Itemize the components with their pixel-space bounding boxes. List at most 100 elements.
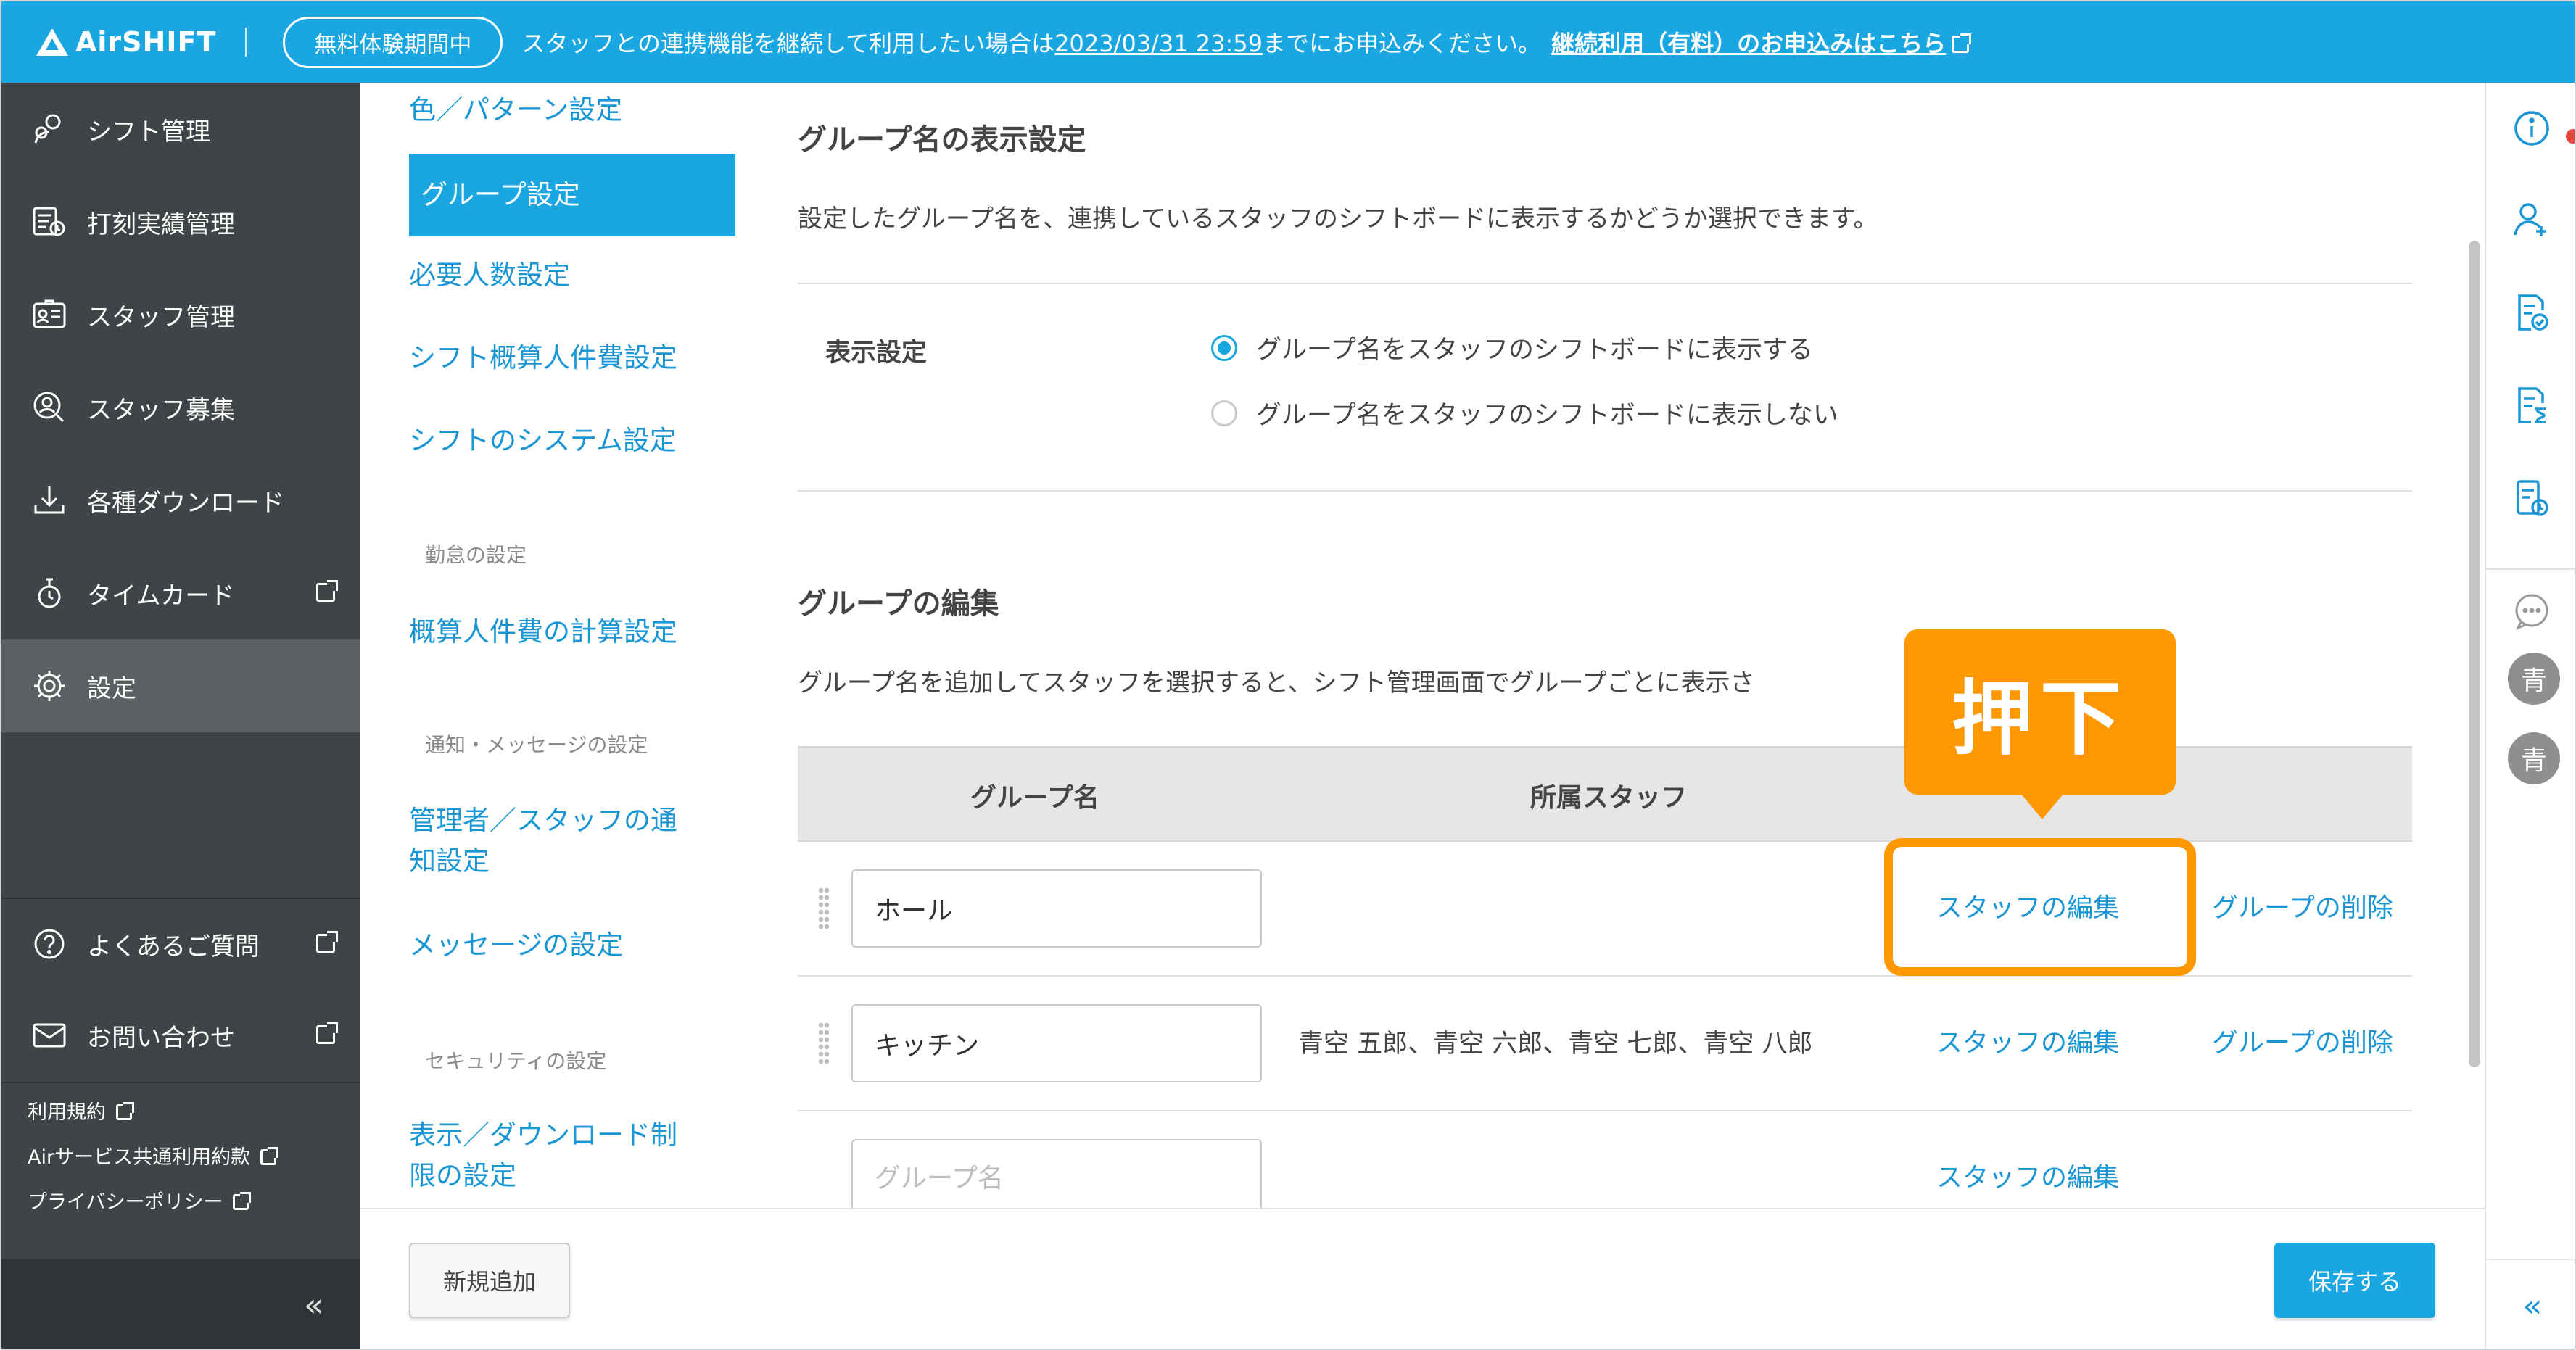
radio-show-group-name[interactable]: グループ名をスタッフのシフトボードに表示する xyxy=(1211,329,1813,366)
external-link-icon xyxy=(233,1192,252,1210)
subnav-item-shift-system[interactable]: シフトのシステム設定 xyxy=(409,421,677,461)
group-name-input[interactable] xyxy=(851,1004,1262,1082)
subnav-item-label-line2: 知設定 xyxy=(409,845,490,877)
sidebar-item-contact[interactable]: お問い合わせ xyxy=(1,990,360,1081)
settings-subnav: 色／パターン設定 グループ設定 必要人数設定 シフト概算人件費設定 シフトのシス… xyxy=(360,83,751,1208)
sidebar-item-attendance[interactable]: 打刻実績管理 xyxy=(1,175,360,268)
add-user-icon[interactable] xyxy=(2511,199,2553,241)
continue-subscription-link[interactable]: 継続利用（有料）のお申込みはこちら xyxy=(1551,30,1972,57)
group-name-input[interactable] xyxy=(851,869,1262,948)
drag-handle-icon[interactable] xyxy=(818,887,830,930)
terms-link[interactable]: 利用規約 xyxy=(28,1090,276,1135)
rail-divider xyxy=(2486,568,2575,570)
sidebar-item-label: スタッフ募集 xyxy=(87,395,235,425)
sidebar-item-timecard[interactable]: タイムカード xyxy=(1,547,360,639)
sidebar-item-label: 打刻実績管理 xyxy=(87,210,235,239)
trial-badge: 無料体験期間中 xyxy=(283,16,503,68)
sidebar-bottom: よくあるご質問 お問い合わせ xyxy=(1,898,360,1081)
subnav-section-attendance: 勤怠の設定 xyxy=(425,543,527,567)
subnav-item-label-line2: 限の設定 xyxy=(409,1160,516,1191)
privacy-link-label: プライバシーポリシー xyxy=(28,1191,223,1214)
column-header-group-name: グループ名 xyxy=(970,783,1099,813)
air-terms-link-label: Airサービス共通利用約款 xyxy=(28,1146,251,1169)
radio-hide-group-name[interactable]: グループ名をスタッフのシフトボードに表示しない xyxy=(1211,394,1838,431)
subnav-item-label-line1: 管理者／スタッフの通 xyxy=(409,805,677,836)
header-separator xyxy=(245,28,247,57)
edit-staff-link[interactable]: スタッフの編集 xyxy=(1936,1022,2119,1059)
privacy-link[interactable]: プライバシーポリシー xyxy=(28,1180,276,1225)
display-settings-description: 設定したグループ名を、連携しているスタッフのシフトボードに表示するかどうか選択で… xyxy=(798,204,1878,233)
delete-group-link[interactable]: グループの削除 xyxy=(2212,1022,2393,1059)
notice-deadline: 2023/03/31 23:59 xyxy=(1054,30,1263,57)
sidebar-item-recruit[interactable]: スタッフ募集 xyxy=(1,361,360,454)
notification-badge xyxy=(2566,129,2575,144)
scrollbar-thumb[interactable] xyxy=(2469,241,2480,1067)
continue-subscription-link-text: 継続利用（有料）のお申込みはこちら xyxy=(1551,30,1947,57)
avatar[interactable]: 青 xyxy=(2508,732,2560,784)
group-name-input[interactable] xyxy=(851,1139,1262,1217)
sidebar-item-faq[interactable]: よくあるご質問 xyxy=(1,898,360,990)
sidebar-divider xyxy=(1,1082,360,1083)
press-callout: 押下 xyxy=(1904,629,2176,795)
terms-link-label: 利用規約 xyxy=(28,1101,106,1124)
info-icon[interactable] xyxy=(2511,107,2575,149)
gear-icon xyxy=(30,667,68,705)
sidebar-item-download[interactable]: 各種ダウンロード xyxy=(1,454,360,547)
timecard-icon xyxy=(30,574,68,612)
air-terms-link[interactable]: Airサービス共通利用約款 xyxy=(28,1135,279,1180)
sidebar-collapse-button[interactable]: « xyxy=(1,1259,360,1349)
notice-prefix: スタッフとの連携機能を継続して利用したい場合は xyxy=(521,30,1055,57)
main-content: グループ名の表示設定 設定したグループ名を、連携しているスタッフのシフトボードに… xyxy=(751,83,2485,1217)
sidebar-item-shift[interactable]: シフト管理 xyxy=(1,83,360,175)
document-check-icon[interactable] xyxy=(2511,291,2553,334)
legal-links: 利用規約 Airサービス共通利用約款 プライバシーポリシー xyxy=(28,1090,279,1225)
sidebar-item-label: 各種ダウンロード xyxy=(87,488,284,518)
sidebar-item-label: シフト管理 xyxy=(87,117,210,146)
sidebar-item-settings[interactable]: 設定 xyxy=(1,639,360,732)
divider xyxy=(798,490,2412,492)
subnav-item-color-pattern[interactable]: 色／パターン設定 xyxy=(409,90,622,131)
subnav-item-required-staff[interactable]: 必要人数設定 xyxy=(409,255,570,296)
subnav-item-label: グループ設定 xyxy=(421,179,580,210)
mail-icon xyxy=(30,1016,68,1054)
chat-icon[interactable] xyxy=(2511,590,2553,632)
notice-suffix: までにお申込みください。 xyxy=(1262,30,1541,57)
radio-unselected-icon xyxy=(1211,399,1237,426)
add-new-button[interactable]: 新規追加 xyxy=(409,1243,570,1318)
save-button[interactable]: 保存する xyxy=(2274,1243,2435,1318)
sidebar-item-staff[interactable]: スタッフ管理 xyxy=(1,268,360,361)
subnav-item-labor-cost[interactable]: シフト概算人件費設定 xyxy=(409,338,677,378)
sidebar-item-label: タイムカード xyxy=(87,581,235,610)
sidebar-item-label: 設定 xyxy=(87,674,136,703)
rail-collapse-button[interactable]: « xyxy=(2486,1259,2575,1349)
document-hourglass-icon[interactable] xyxy=(2511,384,2553,426)
external-link-icon xyxy=(316,580,338,602)
id-card-icon xyxy=(30,296,68,334)
logo-text: AirSHIFT xyxy=(75,26,217,58)
radio-label: グループ名をスタッフのシフトボードに表示しない xyxy=(1256,401,1838,430)
airshift-logo[interactable]: AirSHIFT xyxy=(36,26,216,58)
document-clock-icon[interactable] xyxy=(2511,477,2553,519)
subnav-item-notification[interactable]: 管理者／スタッフの通 知設定 xyxy=(409,800,677,882)
external-link-icon xyxy=(316,1022,338,1044)
subnav-item-group[interactable]: グループ設定 xyxy=(409,154,735,236)
subnav-item-message[interactable]: メッセージの設定 xyxy=(409,925,623,966)
drag-handle-icon[interactable] xyxy=(818,1022,830,1065)
subnav-item-display-download[interactable]: 表示／ダウンロード制 限の設定 xyxy=(409,1115,677,1196)
subnav-section-security: セキュリティの設定 xyxy=(425,1049,607,1073)
group-staff-list: 青空 五郎、青空 六郎、青空 七郎、青空 八郎 xyxy=(1298,1030,1813,1059)
external-link-icon xyxy=(316,931,338,953)
subnav-item-cost-calc[interactable]: 概算人件費の計算設定 xyxy=(409,612,677,653)
delete-group-link[interactable]: グループの削除 xyxy=(2212,887,2393,924)
calendar-person-icon xyxy=(30,110,68,148)
trial-notice: スタッフとの連携機能を継続して利用したい場合は2023/03/31 23:59ま… xyxy=(521,25,1972,59)
person-search-icon xyxy=(30,389,68,426)
divider xyxy=(798,283,2412,284)
external-link-icon xyxy=(1952,33,1972,53)
sidebar-item-label: お問い合わせ xyxy=(87,1023,235,1053)
radio-selected-icon xyxy=(1211,334,1237,361)
avatar[interactable]: 青 xyxy=(2508,653,2560,705)
column-header-staff: 所属スタッフ xyxy=(1530,783,1688,813)
edit-staff-link[interactable]: スタッフの編集 xyxy=(1936,1156,2119,1194)
sidebar-item-label: スタッフ管理 xyxy=(87,302,235,332)
